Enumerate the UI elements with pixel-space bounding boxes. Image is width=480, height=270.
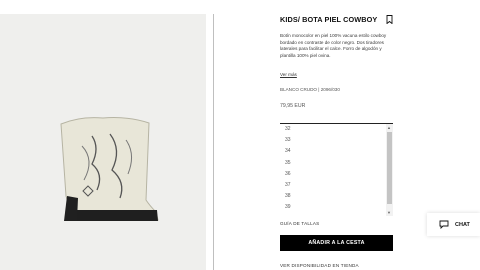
cowboy-boot-image: [60, 117, 159, 221]
size-option-37[interactable]: 37: [280, 180, 393, 191]
chat-button[interactable]: CHAT: [427, 213, 480, 236]
store-availability-link[interactable]: VER DISPONIBILIDAD EN TIENDA: [280, 263, 359, 268]
size-selector[interactable]: 32 33 34 35 36 37 38 39 ▲ ▼: [280, 123, 393, 216]
product-title: KIDS/ BOTA PIEL COWBOY: [280, 15, 378, 24]
size-list-scrollbar[interactable]: ▲ ▼: [386, 124, 393, 216]
color-reference: BLANCO CRUDO | 2096/030: [280, 87, 340, 92]
size-option-35[interactable]: 35: [280, 158, 393, 169]
size-option-36[interactable]: 36: [280, 169, 393, 180]
chat-bubble-icon: [439, 220, 449, 229]
bookmark-icon[interactable]: [386, 15, 393, 24]
scroll-down-arrow-icon[interactable]: ▼: [387, 210, 391, 215]
size-option-38[interactable]: 38: [280, 191, 393, 202]
size-option-39[interactable]: 39: [280, 202, 393, 213]
size-option-32[interactable]: 32: [280, 124, 393, 135]
product-price: 79,95 EUR: [280, 103, 306, 109]
gallery-divider: [213, 14, 214, 270]
see-more-link[interactable]: Ver más: [280, 72, 297, 77]
chat-label: CHAT: [455, 221, 470, 228]
scroll-up-arrow-icon[interactable]: ▲: [387, 125, 391, 130]
scrollbar-thumb[interactable]: [387, 132, 392, 204]
add-to-cart-button[interactable]: AÑADIR A LA CESTA: [280, 235, 393, 251]
size-option-33[interactable]: 33: [280, 135, 393, 146]
size-guide-link[interactable]: GUÍA DE TALLAS: [280, 221, 319, 226]
product-description: Botín monocolor en piel 100% vacuna esti…: [280, 33, 387, 58]
product-image: [0, 14, 206, 270]
size-option-34[interactable]: 34: [280, 146, 393, 157]
